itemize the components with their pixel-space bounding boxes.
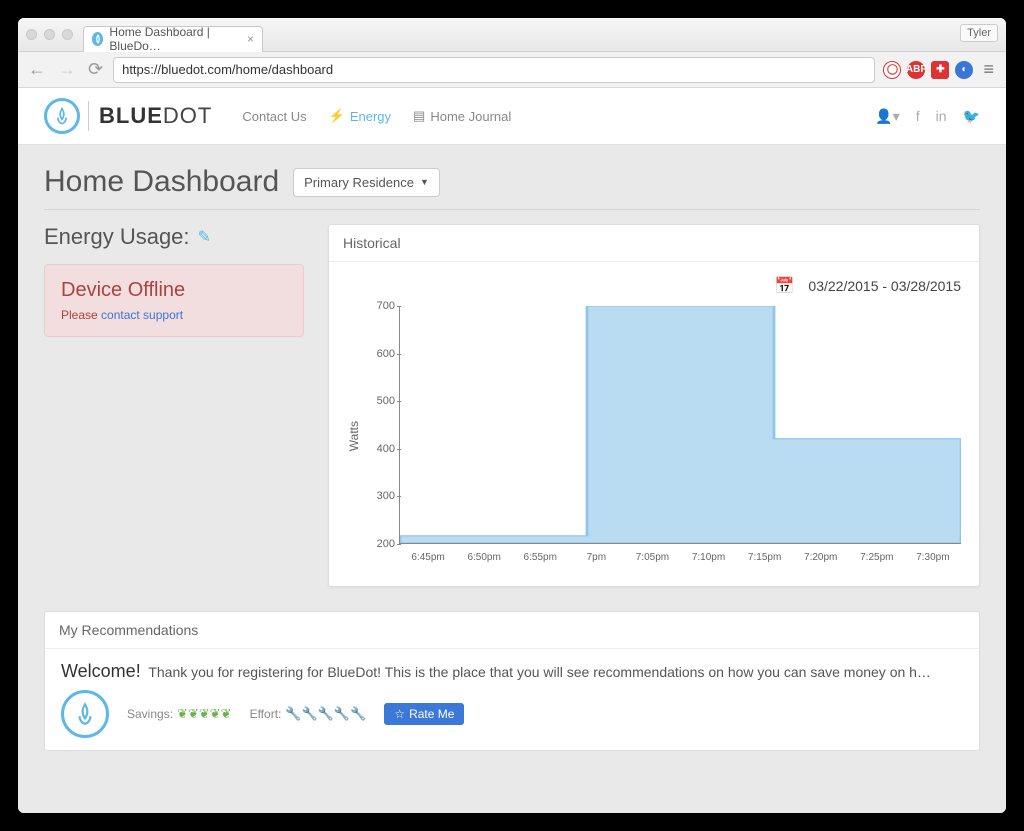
star-icon: ☆ bbox=[394, 707, 405, 721]
panel-title: My Recommendations bbox=[45, 612, 979, 649]
y-tick: 400 bbox=[377, 443, 395, 455]
x-tick: 7:30pm bbox=[905, 552, 961, 563]
profile-badge[interactable]: Tyler bbox=[960, 24, 998, 42]
date-range[interactable]: 03/22/2015 - 03/28/2015 bbox=[808, 278, 961, 294]
edit-icon[interactable]: ✎ bbox=[198, 227, 211, 247]
wrench-icon: 🔧 bbox=[334, 706, 350, 721]
window-controls[interactable] bbox=[26, 29, 73, 40]
window-titlebar: Home Dashboard | BlueDo… × Tyler bbox=[18, 18, 1006, 52]
site-navbar: BLUEDOT Contact Us ⚡Energy ▤Home Journal… bbox=[18, 88, 1006, 145]
y-tick: 300 bbox=[377, 490, 395, 502]
minimize-window-icon[interactable] bbox=[44, 29, 55, 40]
extension-icons: ◯ ABP ✚ ◐ ≡ bbox=[883, 59, 998, 80]
twitter-icon[interactable]: 🐦 bbox=[963, 108, 980, 125]
energy-chart: Watts 200300400500600700 6:45pm6:50pm6:5… bbox=[347, 306, 961, 566]
leaf-icon: ❦ bbox=[199, 706, 210, 721]
recommendation-icon bbox=[61, 690, 109, 738]
journal-icon: ▤ bbox=[413, 108, 425, 124]
browser-tab[interactable]: Home Dashboard | BlueDo… × bbox=[83, 26, 263, 52]
residence-selector[interactable]: Primary Residence ▼ bbox=[293, 168, 440, 197]
x-tick: 7:20pm bbox=[793, 552, 849, 563]
leaf-icon: ❦ bbox=[177, 706, 188, 721]
x-tick: 7pm bbox=[568, 552, 624, 563]
maximize-window-icon[interactable] bbox=[62, 29, 73, 40]
calendar-icon[interactable]: 📅 bbox=[775, 276, 795, 296]
leaf-icon: ❦ bbox=[188, 706, 199, 721]
recommendations-panel: My Recommendations Welcome! Thank you fo… bbox=[44, 611, 980, 751]
nav-journal[interactable]: ▤Home Journal bbox=[413, 108, 511, 124]
y-tick: 700 bbox=[377, 300, 395, 312]
rate-button[interactable]: ☆ Rate Me bbox=[384, 703, 464, 725]
brand-logo[interactable]: BLUEDOT bbox=[44, 98, 212, 134]
y-axis-label: Watts bbox=[347, 421, 361, 451]
favicon-icon bbox=[92, 32, 103, 46]
facebook-icon[interactable]: f bbox=[916, 108, 920, 125]
nav-energy[interactable]: ⚡Energy bbox=[329, 108, 391, 124]
panel-title: Historical bbox=[329, 225, 979, 262]
wrench-icon: 🔧 bbox=[350, 706, 366, 721]
y-tick: 600 bbox=[377, 348, 395, 360]
x-tick: 6:50pm bbox=[456, 552, 512, 563]
effort-metric: Effort: 🔧🔧🔧🔧🔧 bbox=[250, 706, 367, 722]
tab-title: Home Dashboard | BlueDo… bbox=[109, 25, 236, 53]
bolt-icon: ⚡ bbox=[329, 108, 345, 124]
extension-icon[interactable]: ✚ bbox=[931, 61, 949, 79]
url-input[interactable] bbox=[113, 57, 875, 83]
nav-contact[interactable]: Contact Us bbox=[242, 108, 306, 124]
x-tick: 7:15pm bbox=[737, 552, 793, 563]
extension-icon[interactable]: ABP bbox=[907, 61, 925, 79]
y-tick: 200 bbox=[377, 538, 395, 550]
energy-usage-heading: Energy Usage: ✎ bbox=[44, 224, 304, 250]
x-tick: 7:10pm bbox=[680, 552, 736, 563]
savings-metric: Savings: ❦❦❦❦❦ bbox=[127, 706, 232, 722]
alert-text: Please contact support bbox=[61, 308, 287, 322]
y-tick: 500 bbox=[377, 395, 395, 407]
contact-support-link[interactable]: contact support bbox=[101, 308, 183, 322]
wrench-icon: 🔧 bbox=[318, 706, 334, 721]
wrench-icon: 🔧 bbox=[302, 706, 318, 721]
alert-title: Device Offline bbox=[61, 279, 287, 302]
x-tick: 7:05pm bbox=[624, 552, 680, 563]
back-button[interactable]: ← bbox=[26, 59, 48, 80]
reload-button[interactable]: ⟳ bbox=[86, 59, 105, 80]
extension-icon[interactable]: ◯ bbox=[883, 61, 901, 79]
x-tick: 6:45pm bbox=[400, 552, 456, 563]
address-bar: ← → ⟳ ◯ ABP ✚ ◐ ≡ bbox=[18, 52, 1006, 88]
linkedin-icon[interactable]: in bbox=[936, 108, 947, 125]
chevron-down-icon: ▼ bbox=[420, 177, 429, 187]
page-title: Home Dashboard bbox=[44, 165, 279, 199]
x-tick: 6:55pm bbox=[512, 552, 568, 563]
welcome-text: Welcome! Thank you for registering for B… bbox=[61, 661, 963, 682]
historical-panel: Historical 📅 03/22/2015 - 03/28/2015 Wat… bbox=[328, 224, 980, 587]
x-tick: 7:25pm bbox=[849, 552, 905, 563]
device-offline-alert: Device Offline Please contact support bbox=[44, 264, 304, 337]
forward-button[interactable]: → bbox=[56, 59, 78, 80]
close-tab-icon[interactable]: × bbox=[247, 32, 254, 46]
user-menu-icon[interactable]: 👤▾ bbox=[875, 108, 899, 125]
browser-menu-icon[interactable]: ≡ bbox=[979, 59, 998, 80]
wrench-icon: 🔧 bbox=[285, 706, 301, 721]
leaf-icon: ❦ bbox=[210, 706, 221, 721]
leaf-icon: ❦ bbox=[221, 706, 232, 721]
close-window-icon[interactable] bbox=[26, 29, 37, 40]
extension-icon[interactable]: ◐ bbox=[955, 61, 973, 79]
brand-name: BLUEDOT bbox=[99, 103, 212, 129]
logo-icon bbox=[44, 98, 80, 134]
